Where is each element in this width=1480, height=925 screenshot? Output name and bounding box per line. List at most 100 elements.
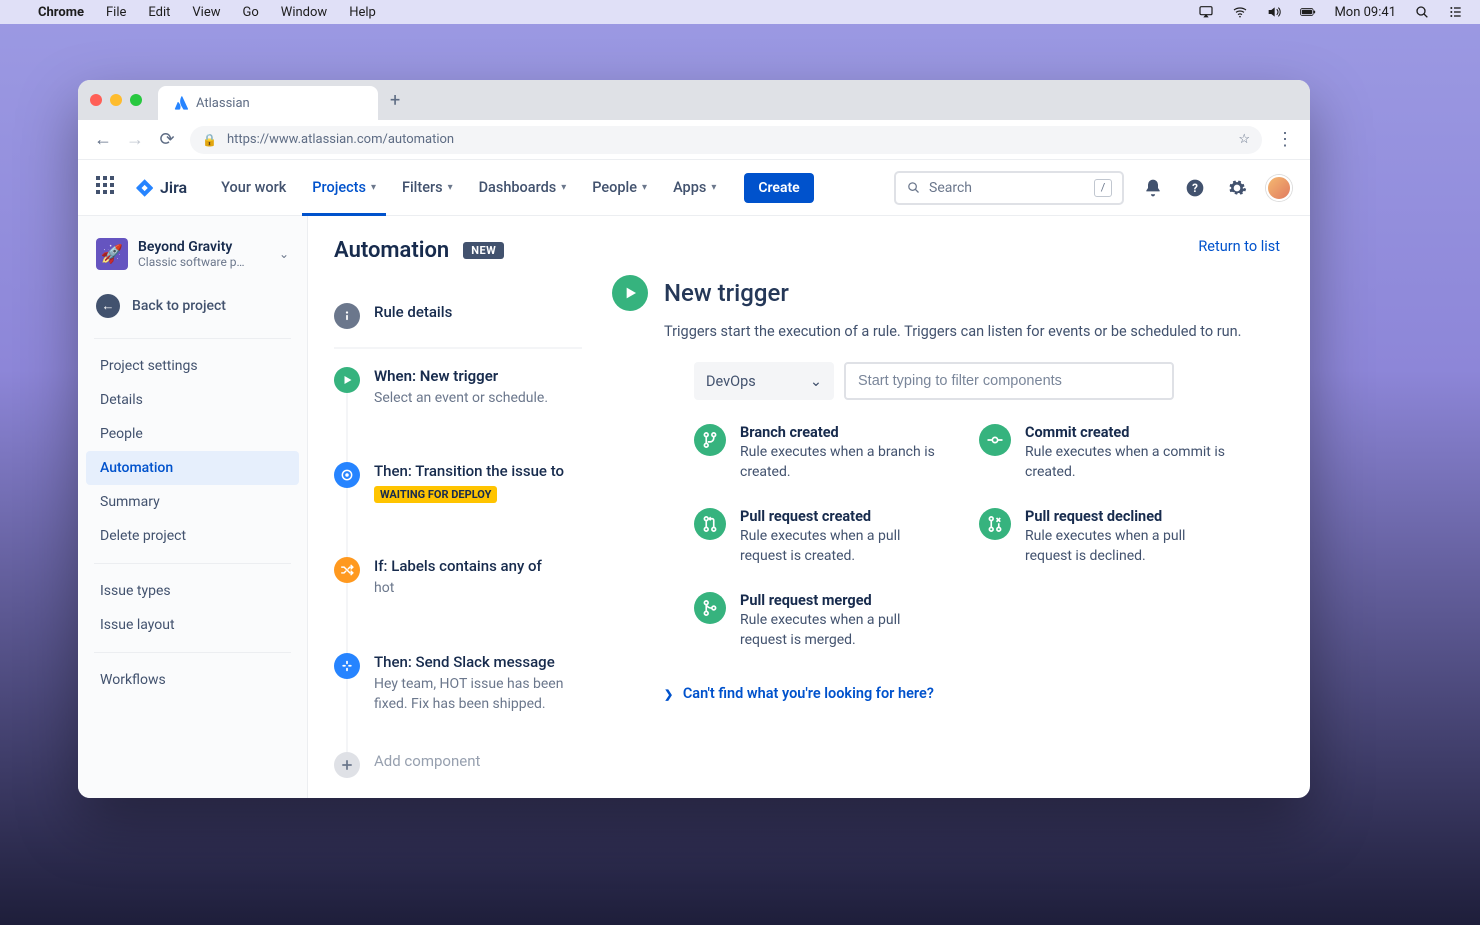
trigger-option-branch-created[interactable]: Branch createdRule executes when a branc… xyxy=(694,424,949,482)
trigger-option-commit-created[interactable]: Commit createdRule executes when a commi… xyxy=(979,424,1234,482)
pull-request-icon xyxy=(694,508,726,540)
trigger-option-pr-created[interactable]: Pull request createdRule executes when a… xyxy=(694,508,949,566)
sidebar-issue-types[interactable]: Issue types xyxy=(86,574,299,608)
chevron-down-icon: ▾ xyxy=(711,182,716,193)
help-icon[interactable]: ? xyxy=(1182,175,1208,201)
nav-dashboards[interactable]: Dashboards▾ xyxy=(469,160,577,216)
menubar-file[interactable]: File xyxy=(106,5,126,20)
rule-builder: Automation NEW Rule details When: N xyxy=(308,216,608,798)
chevron-down-icon: ⌄ xyxy=(279,247,289,261)
airplay-icon[interactable] xyxy=(1198,4,1214,20)
browser-toolbar: ← → ⟳ 🔒 https://www.atlassian.com/automa… xyxy=(78,120,1310,160)
sidebar-delete-project[interactable]: Delete project xyxy=(86,519,299,553)
reload-button[interactable]: ⟳ xyxy=(158,129,176,150)
play-icon xyxy=(334,367,360,393)
sidebar-summary[interactable]: Summary xyxy=(86,485,299,519)
new-badge: NEW xyxy=(463,242,504,259)
project-sidebar: 🚀 Beyond Gravity Classic software p… ⌄ ←… xyxy=(78,216,308,798)
browser-tab-title: Atlassian xyxy=(196,96,250,111)
lock-icon: 🔒 xyxy=(202,133,217,147)
chevron-down-icon: ▾ xyxy=(371,182,376,193)
pull-request-declined-icon xyxy=(979,508,1011,540)
add-component-button[interactable]: Add component xyxy=(334,742,582,788)
menubar-edit[interactable]: Edit xyxy=(148,5,170,20)
battery-icon[interactable] xyxy=(1300,4,1316,20)
sidebar-people[interactable]: People xyxy=(86,417,299,451)
browser-tabbar: Atlassian + xyxy=(78,80,1310,120)
user-avatar[interactable] xyxy=(1266,175,1292,201)
sidebar-workflows[interactable]: Workflows xyxy=(86,663,299,697)
jira-product-name: Jira xyxy=(160,178,187,197)
return-to-list-link[interactable]: Return to list xyxy=(612,238,1280,255)
nav-your-work[interactable]: Your work xyxy=(211,160,296,216)
rule-step-trigger[interactable]: When: New trigger Select an event or sch… xyxy=(334,357,582,418)
play-icon xyxy=(612,275,648,311)
browser-window: Atlassian + ← → ⟳ 🔒 https://www.atlassia… xyxy=(78,80,1310,798)
menubar-window[interactable]: Window xyxy=(281,5,327,20)
page-title: Automation xyxy=(334,238,449,263)
menubar-clock[interactable]: Mon 09:41 xyxy=(1334,5,1396,20)
browser-tab[interactable]: Atlassian xyxy=(158,86,378,120)
menubar-go[interactable]: Go xyxy=(243,5,259,20)
wifi-icon[interactable] xyxy=(1232,4,1248,20)
commit-icon xyxy=(979,424,1011,456)
pull-request-merged-icon xyxy=(694,592,726,624)
volume-icon[interactable] xyxy=(1266,4,1282,20)
plus-icon xyxy=(334,752,360,778)
rule-step-transition[interactable]: Then: Transition the issue to WAITING FO… xyxy=(334,452,582,513)
back-button[interactable]: ← xyxy=(94,129,112,150)
menubar-help[interactable]: Help xyxy=(349,5,376,20)
menubar-view[interactable]: View xyxy=(192,5,220,20)
component-filter-input[interactable] xyxy=(844,362,1174,400)
chevron-right-icon: ❯ xyxy=(664,688,673,701)
project-name: Beyond Gravity xyxy=(138,239,245,255)
chevron-down-icon: ⌄ xyxy=(810,373,822,390)
jira-icon xyxy=(134,178,154,198)
spotlight-icon[interactable] xyxy=(1414,4,1430,20)
chevron-down-icon: ▾ xyxy=(448,182,453,193)
search-placeholder: Search xyxy=(929,180,972,196)
app-switcher-icon[interactable] xyxy=(96,176,120,200)
trigger-option-pr-merged[interactable]: Pull request mergedRule executes when a … xyxy=(694,592,949,650)
nav-projects[interactable]: Projects▾ xyxy=(302,160,386,216)
nav-people[interactable]: People▾ xyxy=(582,160,657,216)
rule-details-row[interactable]: Rule details xyxy=(334,293,582,339)
atlassian-icon xyxy=(174,96,188,110)
search-input[interactable]: Search / xyxy=(894,171,1124,205)
status-icon xyxy=(334,462,360,488)
bookmark-icon[interactable]: ☆ xyxy=(1238,132,1250,147)
nav-apps[interactable]: Apps▾ xyxy=(663,160,726,216)
sidebar-project-settings[interactable]: Project settings xyxy=(86,349,299,383)
search-icon xyxy=(906,180,921,195)
status-lozenge: WAITING FOR DEPLOY xyxy=(374,486,497,503)
sidebar-automation[interactable]: Automation xyxy=(86,451,299,485)
jira-logo[interactable]: Jira xyxy=(134,178,187,198)
trigger-option-pr-declined[interactable]: Pull request declinedRule executes when … xyxy=(979,508,1234,566)
sidebar-details[interactable]: Details xyxy=(86,383,299,417)
category-select[interactable]: DevOps ⌄ xyxy=(694,362,834,400)
macos-menubar: Chrome File Edit View Go Window Help Mon… xyxy=(0,0,1480,24)
settings-icon[interactable] xyxy=(1224,175,1250,201)
control-center-icon[interactable] xyxy=(1448,4,1464,20)
nav-filters[interactable]: Filters▾ xyxy=(392,160,463,216)
info-icon xyxy=(334,303,360,329)
browser-menu-icon[interactable]: ⋮ xyxy=(1276,129,1294,150)
window-minimize-icon[interactable] xyxy=(110,94,122,106)
create-button[interactable]: Create xyxy=(744,173,813,203)
cant-find-link[interactable]: ❯ Can't find what you're looking for her… xyxy=(664,685,1280,702)
notifications-icon[interactable] xyxy=(1140,175,1166,201)
trigger-description: Triggers start the execution of a rule. … xyxy=(664,323,1280,340)
window-maximize-icon[interactable] xyxy=(130,94,142,106)
rule-step-slack[interactable]: Then: Send Slack message Hey team, HOT i… xyxy=(334,643,582,725)
trigger-panel: Return to list New trigger Triggers star… xyxy=(608,216,1310,798)
project-switcher[interactable]: 🚀 Beyond Gravity Classic software p… ⌄ xyxy=(86,234,299,284)
address-bar[interactable]: 🔒 https://www.atlassian.com/automation ☆ xyxy=(190,126,1262,154)
menubar-app[interactable]: Chrome xyxy=(38,5,84,20)
sidebar-issue-layout[interactable]: Issue layout xyxy=(86,608,299,642)
back-to-project[interactable]: ← Back to project xyxy=(86,284,299,328)
rule-step-condition[interactable]: If: Labels contains any of hot xyxy=(334,547,582,608)
trigger-heading: New trigger xyxy=(664,279,789,307)
window-close-icon[interactable] xyxy=(90,94,102,106)
new-tab-button[interactable]: + xyxy=(390,90,400,111)
slack-icon xyxy=(334,653,360,679)
